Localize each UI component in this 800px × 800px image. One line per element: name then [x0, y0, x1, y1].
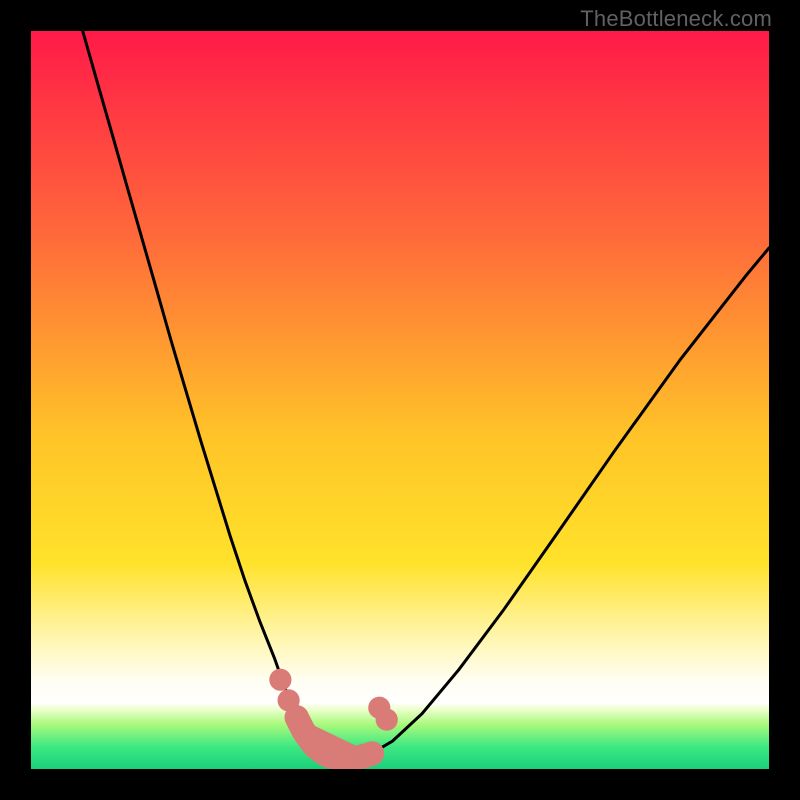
chart-stage: TheBottleneck.com — [0, 0, 800, 800]
right-cluster-bottom — [376, 709, 398, 731]
left-cluster-bottom — [278, 689, 300, 711]
plot-area — [31, 31, 769, 769]
valley-highlight — [297, 717, 372, 758]
curve-layer — [31, 31, 769, 769]
attribution-text: TheBottleneck.com — [580, 6, 772, 32]
left-cluster-top — [269, 669, 291, 691]
bottleneck-curve — [83, 31, 769, 759]
